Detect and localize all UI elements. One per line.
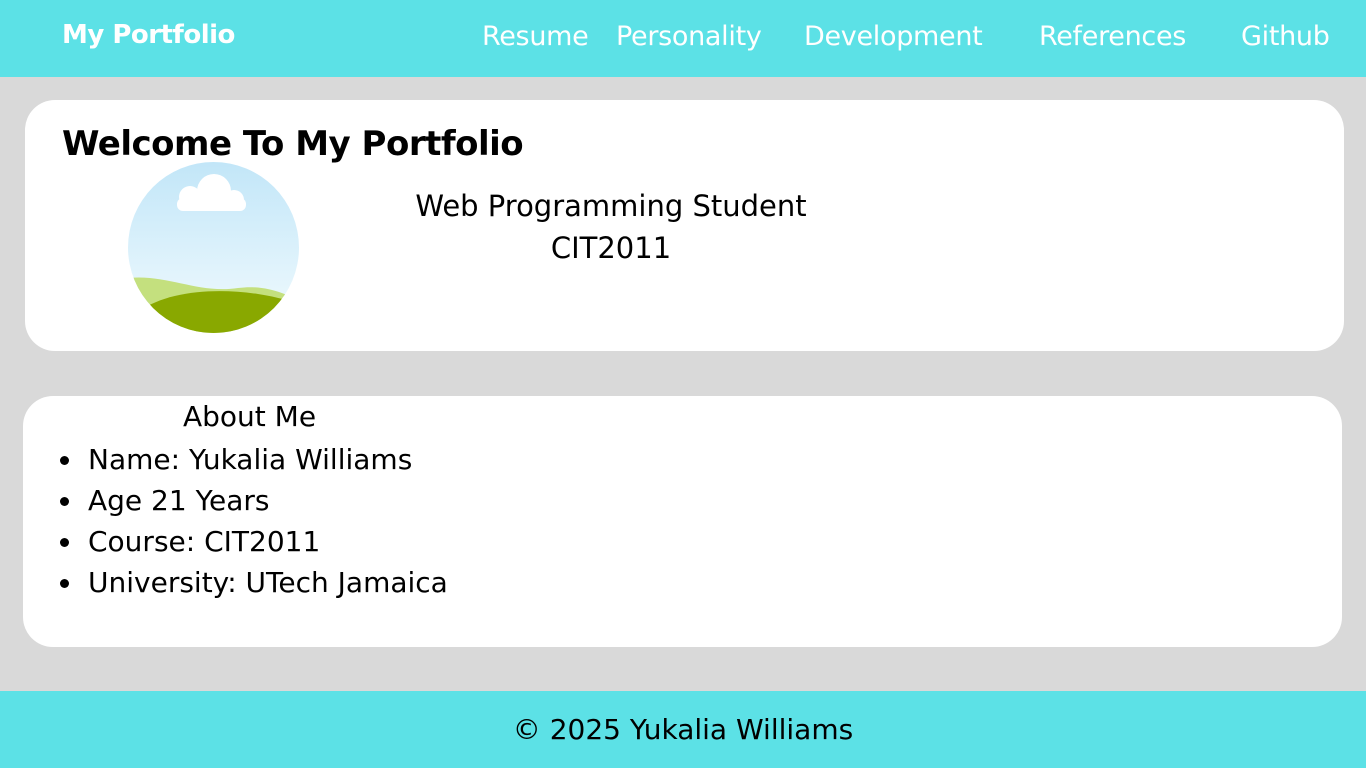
brand-link[interactable]: My Portfolio — [62, 20, 235, 50]
nav-link-github[interactable]: Github — [1241, 21, 1330, 52]
about-item-university: University: UTech Jamaica — [60, 562, 448, 603]
about-title: About Me — [183, 400, 317, 433]
about-list: Name: Yukalia Williams Age 21 Years Cour… — [60, 439, 448, 603]
about-item-age: Age 21 Years — [60, 480, 448, 521]
nav-link-personality[interactable]: Personality — [616, 21, 762, 52]
role-text: Web Programming Student — [415, 189, 807, 223]
nav-link-development[interactable]: Development — [804, 21, 983, 52]
profile-image — [128, 162, 299, 333]
tagline: Web Programming Student CIT2011 — [405, 185, 817, 269]
about-item-course: Course: CIT2011 — [60, 521, 448, 562]
nav-link-resume[interactable]: Resume — [482, 21, 589, 52]
landscape-placeholder-icon — [128, 162, 299, 333]
footer: © 2025 Yukalia Williams — [0, 691, 1366, 768]
welcome-card: Welcome To My Portfolio Web Programming … — [25, 100, 1344, 351]
nav-link-references[interactable]: References — [1039, 21, 1186, 52]
about-item-name: Name: Yukalia Williams — [60, 439, 448, 480]
about-card: About Me Name: Yukalia Williams Age 21 Y… — [23, 396, 1342, 647]
copyright-text: © 2025 Yukalia Williams — [512, 713, 854, 746]
course-code-text: CIT2011 — [550, 231, 672, 265]
top-navbar: My Portfolio Resume Personality Developm… — [0, 0, 1366, 77]
welcome-title: Welcome To My Portfolio — [62, 124, 524, 164]
